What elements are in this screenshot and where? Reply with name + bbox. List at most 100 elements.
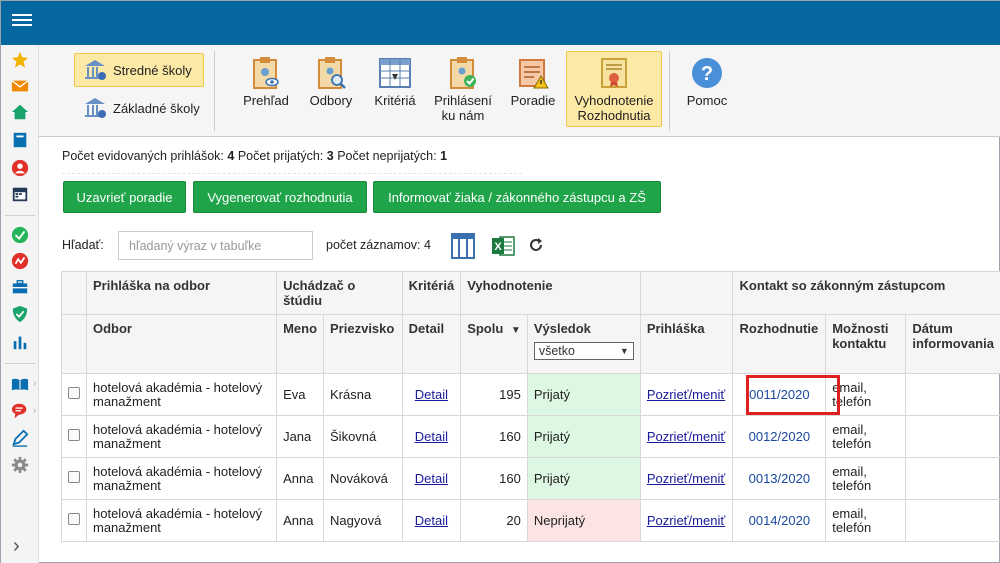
cell-date-informed xyxy=(905,415,1000,458)
decision-link[interactable]: 0011/2020 xyxy=(749,387,810,402)
list-warning-icon xyxy=(519,59,549,89)
criteria-button[interactable]: Kritériá xyxy=(365,51,425,127)
applicants-button[interactable]: Prihlásení ku nám xyxy=(429,51,497,127)
close-order-button[interactable]: Uzavrieť poradie xyxy=(63,181,186,213)
menu-icon[interactable] xyxy=(12,11,32,31)
detail-link[interactable]: Detail xyxy=(415,513,448,528)
table-row: hotelová akadémia - hotelový manažment Ev… xyxy=(61,373,1000,416)
row-checkbox[interactable] xyxy=(68,471,80,483)
row-checkbox[interactable] xyxy=(68,429,80,441)
cell-field: hotelová akadémia - hotelový manažment xyxy=(85,373,278,416)
divider xyxy=(62,173,522,174)
view-edit-link[interactable]: Pozrieť/meniť xyxy=(647,387,725,402)
cell-detail: Detail xyxy=(401,457,462,500)
person-icon[interactable] xyxy=(11,159,29,177)
view-edit-link[interactable]: Pozrieť/meniť xyxy=(647,471,725,486)
school-building-icon xyxy=(85,60,106,80)
book-icon[interactable] xyxy=(11,131,29,149)
cell-first-name: Eva xyxy=(276,373,325,416)
decision-link[interactable]: 0012/2020 xyxy=(749,429,810,444)
chevron-down-icon: ▼ xyxy=(619,346,629,356)
certificate-icon xyxy=(601,58,627,88)
home-icon[interactable] xyxy=(11,103,29,121)
column-chooser-icon[interactable] xyxy=(451,233,475,259)
school-building-icon xyxy=(85,98,106,118)
chevron-right-icon[interactable]: › xyxy=(33,378,36,389)
table-row: hotelová akadémia - hotelový manažment An… xyxy=(61,499,1000,542)
view-edit-link[interactable]: Pozrieť/meniť xyxy=(647,429,725,444)
generate-decisions-button[interactable]: Vygenerovať rozhodnutia xyxy=(193,181,367,213)
order-button[interactable]: Poradie xyxy=(503,51,563,127)
refresh-icon[interactable] xyxy=(529,238,543,252)
excel-export-icon[interactable]: X xyxy=(491,235,515,257)
header-result: Výsledok všetko ▼ xyxy=(526,314,641,374)
header-application: Prihláška xyxy=(639,314,734,374)
star-icon[interactable] xyxy=(11,51,29,69)
ribbon-toolbar: Stredné školy Základné školy Prehľad Odb… xyxy=(39,45,1000,137)
cell-date-informed xyxy=(905,499,1000,542)
decision-link[interactable]: 0013/2020 xyxy=(749,471,810,486)
cell-total: 195 xyxy=(460,373,528,416)
header-contact-options[interactable]: Možnosti kontaktu xyxy=(825,314,907,374)
detail-link[interactable]: Detail xyxy=(415,471,448,486)
sidebar-divider xyxy=(5,215,35,216)
header-total[interactable]: Spolu ▼ xyxy=(460,314,528,374)
cell-decision: 0012/2020 xyxy=(732,415,827,458)
sort-desc-icon[interactable]: ▼ xyxy=(511,325,521,336)
header-total-label: Spolu xyxy=(467,321,504,336)
svg-text:?: ? xyxy=(701,63,713,85)
top-bar xyxy=(1,1,1000,45)
inform-button[interactable]: Informovať žiaka / zákonného zástupcu a … xyxy=(373,181,661,213)
chevron-right-icon[interactable]: › xyxy=(33,405,36,416)
header-date-informed[interactable]: Dátum informovania xyxy=(905,314,1000,374)
header-last-name[interactable]: Priezvisko xyxy=(323,314,403,374)
view-edit-link[interactable]: Pozrieť/meniť xyxy=(647,513,725,528)
elementary-schools-label: Základné školy xyxy=(113,100,200,116)
cell-decision: 0014/2020 xyxy=(732,499,827,542)
bar-chart-icon[interactable] xyxy=(11,333,29,351)
check-circle-icon[interactable] xyxy=(11,226,29,244)
table-row: hotelová akadémia - hotelový manažment Ja… xyxy=(61,415,1000,458)
cell-total: 160 xyxy=(460,457,528,500)
detail-link[interactable]: Detail xyxy=(415,429,448,444)
header-checkbox-col xyxy=(61,314,87,374)
shield-icon[interactable] xyxy=(11,305,29,323)
header-field[interactable]: Odbor xyxy=(85,314,278,374)
search-input[interactable] xyxy=(118,231,313,260)
header-first-name[interactable]: Meno xyxy=(276,314,325,374)
calendar-icon[interactable] xyxy=(11,185,29,203)
result-filter-select[interactable]: všetko ▼ xyxy=(533,342,634,360)
row-checkbox[interactable] xyxy=(68,387,80,399)
decision-link[interactable]: 0014/2020 xyxy=(749,513,810,528)
briefcase-icon[interactable] xyxy=(11,278,29,296)
pen-icon[interactable] xyxy=(11,429,29,447)
expand-sidebar-icon[interactable]: › xyxy=(13,535,20,558)
high-schools-button[interactable]: Stredné školy xyxy=(74,53,204,87)
open-book-icon[interactable] xyxy=(11,375,29,393)
header-application-group: Prihláška na odbor xyxy=(85,271,278,315)
summary-label-rejected: Počet neprijatých: xyxy=(337,149,437,163)
mail-icon[interactable] xyxy=(11,77,29,95)
evaluation-decisions-button[interactable]: Vyhodnotenie Rozhodnutia xyxy=(566,51,662,127)
chat-icon[interactable] xyxy=(11,402,29,420)
cell-result: Prijatý xyxy=(526,415,641,458)
detail-link[interactable]: Detail xyxy=(415,387,448,402)
summary-value-total: 4 xyxy=(227,149,235,163)
cell-result: Neprijatý xyxy=(526,499,641,542)
cell-date-informed xyxy=(905,457,1000,500)
high-schools-label: Stredné školy xyxy=(113,62,192,78)
cell-last-name: Šikovná xyxy=(323,415,403,458)
gear-icon[interactable] xyxy=(11,456,29,474)
overview-button[interactable]: Prehľad xyxy=(235,51,297,127)
cell-total: 160 xyxy=(460,415,528,458)
elementary-schools-button[interactable]: Základné školy xyxy=(74,91,209,125)
cell-application: Pozrieť/meniť xyxy=(639,457,734,500)
row-checkbox[interactable] xyxy=(68,513,80,525)
stats-circle-icon[interactable] xyxy=(11,252,29,270)
cell-contact-options: email, telefón xyxy=(825,457,907,500)
help-button[interactable]: ? Pomoc xyxy=(677,51,737,127)
cell-contact-options: email, telefón xyxy=(825,415,907,458)
header-decision[interactable]: Rozhodnutie xyxy=(732,314,827,374)
cell-field: hotelová akadémia - hotelový manažment xyxy=(85,415,278,458)
fields-button[interactable]: Odbory xyxy=(301,51,361,127)
